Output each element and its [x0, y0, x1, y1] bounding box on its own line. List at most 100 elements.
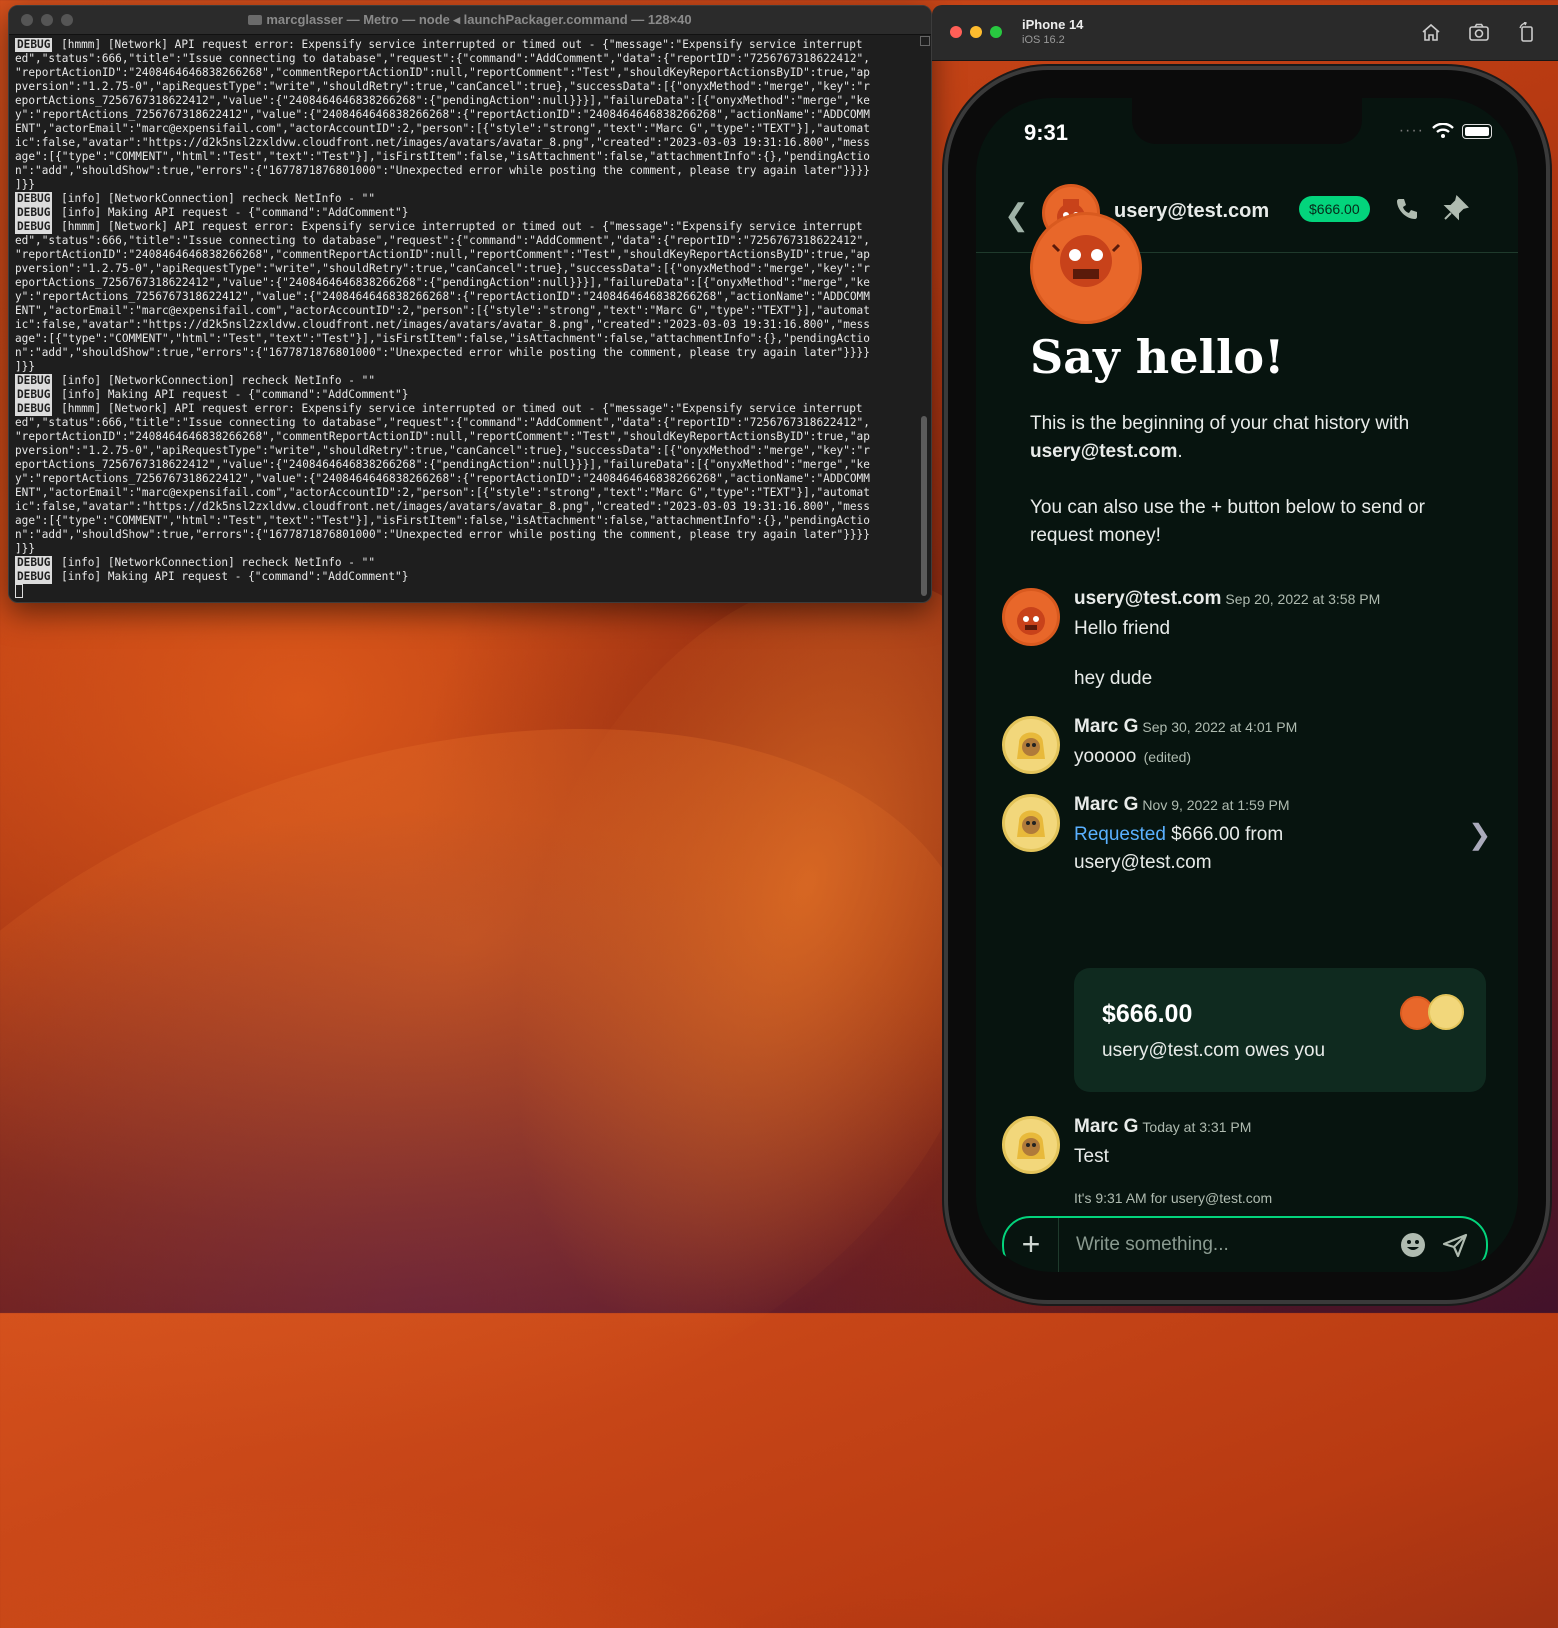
avatar[interactable]: [1002, 716, 1060, 774]
terminal-line: n":"add","shouldShow":true,"errors":{"16…: [15, 528, 915, 542]
terminal-line: y":"reportActions_7256767318622412","val…: [15, 472, 915, 486]
avatar: [1428, 994, 1464, 1030]
debug-badge: DEBUG: [15, 402, 53, 416]
chat-message[interactable]: Marc G Nov 9, 2022 at 1:59 PM Requested $…: [1002, 794, 1502, 884]
timezone-note: It's 9:31 AM for usery@test.com: [1074, 1190, 1273, 1206]
close-button[interactable]: [950, 26, 962, 38]
message-timestamp: Sep 20, 2022 at 3:58 PM: [1225, 591, 1381, 607]
terminal-line: "reportActionID":"2408464646838266268","…: [15, 248, 915, 262]
debug-badge: DEBUG: [15, 556, 53, 570]
terminal-line-text: "reportActionID":"2408464646838266268","…: [15, 248, 870, 261]
message-header: Marc G Today at 3:31 PM: [1074, 1116, 1251, 1138]
rotate-icon[interactable]: [1516, 22, 1538, 42]
window-controls: [950, 26, 1002, 38]
requested-link[interactable]: Requested: [1074, 824, 1166, 845]
terminal-line-text: age":[{"type":"COMMENT","html":"Test","t…: [15, 150, 870, 163]
terminal-line-text: ENT","actorEmail":"marc@expensifail.com"…: [15, 122, 870, 135]
folder-icon: [248, 15, 263, 25]
terminal-line-text: [hmmm] [Network] API request error: Expe…: [61, 402, 863, 415]
message-author[interactable]: Marc G: [1074, 1116, 1138, 1137]
terminal-line: DEBUG [hmmm] [Network] API request error…: [15, 402, 915, 416]
terminal-line: eportActions_7256767318622412","value":{…: [15, 276, 915, 290]
pin-icon[interactable]: [1442, 194, 1470, 222]
terminal-line: ENT","actorEmail":"marc@expensifail.com"…: [15, 122, 915, 136]
message-text: Test: [1074, 1146, 1109, 1167]
terminal-line-text: eportActions_7256767318622412","value":{…: [15, 94, 870, 107]
message-timestamp: Nov 9, 2022 at 1:59 PM: [1142, 797, 1290, 813]
terminal-prompt[interactable]: [15, 584, 915, 598]
phone-call-icon[interactable]: [1394, 196, 1420, 222]
message-header: usery@test.com Sep 20, 2022 at 3:58 PM: [1074, 588, 1380, 610]
debug-badge: DEBUG: [15, 570, 53, 584]
terminal-line: ed","status":666,"title":"Issue connecti…: [15, 416, 915, 430]
message-author[interactable]: usery@test.com: [1074, 588, 1221, 609]
chat-message[interactable]: hey dude: [1002, 638, 1502, 689]
terminal-line: ENT","actorEmail":"marc@expensifail.com"…: [15, 304, 915, 318]
terminal-line-text: ]}}: [15, 542, 36, 555]
terminal-line-text: eportActions_7256767318622412","value":{…: [15, 458, 870, 471]
iou-preview-card[interactable]: $666.00 usery@test.com owes you: [1074, 968, 1486, 1092]
welcome-help-text: You can also use the + button below to s…: [1030, 497, 1425, 546]
phone-screen: 9:31 ···· ❮ usery@test.com $666.00 Say h…: [976, 98, 1518, 1272]
terminal-line: DEBUG [info] Making API request - {"comm…: [15, 570, 915, 584]
composer-input[interactable]: Write something...: [1076, 1234, 1229, 1256]
plus-button[interactable]: +: [1004, 1218, 1059, 1272]
minimize-button[interactable]: [970, 26, 982, 38]
signal-icon: ····: [1398, 122, 1424, 139]
debug-badge: DEBUG: [15, 374, 53, 388]
avatar[interactable]: [1002, 794, 1060, 852]
device-name: iPhone 14: [1022, 17, 1084, 32]
emoji-icon[interactable]: [1400, 1232, 1426, 1258]
terminal-line-text: age":[{"type":"COMMENT","html":"Test","t…: [15, 514, 870, 527]
avatar[interactable]: [1002, 1116, 1060, 1174]
composer[interactable]: + Write something...: [1002, 1216, 1488, 1272]
money-request-pill[interactable]: $666.00: [1299, 196, 1370, 222]
terminal-line: ed","status":666,"title":"Issue connecti…: [15, 234, 915, 248]
message-text: usery@test.com: [1074, 852, 1212, 873]
terminal-line-text: [info] Making API request - {"command":"…: [61, 388, 409, 401]
debug-badge: DEBUG: [15, 206, 53, 220]
avatar-illustration-icon: [1017, 810, 1045, 837]
terminal-line: age":[{"type":"COMMENT","html":"Test","t…: [15, 150, 915, 164]
terminal-line: n":"add","shouldShow":true,"errors":{"16…: [15, 164, 915, 178]
zoom-button[interactable]: [990, 26, 1002, 38]
iou-subtitle: usery@test.com owes you: [1102, 1040, 1326, 1061]
terminal-line-text: ed","status":666,"title":"Issue connecti…: [15, 52, 870, 65]
terminal-line-text: y":"reportActions_7256767318622412","val…: [15, 472, 870, 485]
chevron-right-icon[interactable]: ❯: [1468, 818, 1491, 851]
send-icon[interactable]: [1442, 1232, 1468, 1258]
home-icon[interactable]: [1420, 22, 1442, 42]
terminal-line: DEBUG [hmmm] [Network] API request error…: [15, 38, 915, 52]
terminal-scrollbar[interactable]: [920, 36, 930, 598]
message-author[interactable]: Marc G: [1074, 794, 1138, 815]
iphone-frame: 9:31 ···· ❮ usery@test.com $666.00 Say h…: [948, 70, 1546, 1300]
terminal-line-text: [info] [NetworkConnection] recheck NetIn…: [61, 192, 376, 205]
back-chevron-icon[interactable]: ❮: [1004, 198, 1029, 233]
message-timestamp: Sep 30, 2022 at 4:01 PM: [1142, 719, 1298, 735]
scrollbar-button[interactable]: [920, 36, 930, 46]
debug-badge: DEBUG: [15, 388, 53, 402]
terminal-line-text: ENT","actorEmail":"marc@expensifail.com"…: [15, 486, 870, 499]
terminal-titlebar: marcglasser — Metro — node ◂ launchPacka…: [9, 6, 931, 35]
chat-message[interactable]: Marc G Sep 30, 2022 at 4:01 PM yooooo (ed…: [1002, 716, 1502, 776]
welcome-text-suffix: .: [1177, 441, 1183, 462]
iou-amount: $666.00: [1102, 1000, 1193, 1028]
message-author[interactable]: Marc G: [1074, 716, 1138, 737]
message-timestamp: Today at 3:31 PM: [1142, 1119, 1252, 1135]
debug-badge: DEBUG: [15, 38, 53, 52]
terminal-line: DEBUG [info] [NetworkConnection] recheck…: [15, 374, 915, 388]
scrollbar-thumb[interactable]: [921, 416, 927, 596]
terminal-line: ]}}: [15, 360, 915, 374]
simulator-actions: [1420, 22, 1538, 42]
terminal-line-text: pversion":"1.2.75-0","apiRequestType":"w…: [15, 80, 870, 93]
screenshot-icon[interactable]: [1468, 22, 1490, 42]
terminal-output[interactable]: DEBUG [hmmm] [Network] API request error…: [15, 38, 915, 598]
terminal-line: age":[{"type":"COMMENT","html":"Test","t…: [15, 332, 915, 346]
message-text: hey dude: [1074, 668, 1153, 689]
terminal-line-text: [info] Making API request - {"command":"…: [61, 206, 409, 219]
avatar-illustration-icon: [1017, 607, 1045, 635]
device-os: iOS 16.2: [1022, 34, 1065, 46]
cursor: [15, 584, 23, 598]
chat-message[interactable]: Marc G Today at 3:31 PM Test: [1002, 1116, 1502, 1176]
edited-label: (edited): [1143, 749, 1192, 765]
